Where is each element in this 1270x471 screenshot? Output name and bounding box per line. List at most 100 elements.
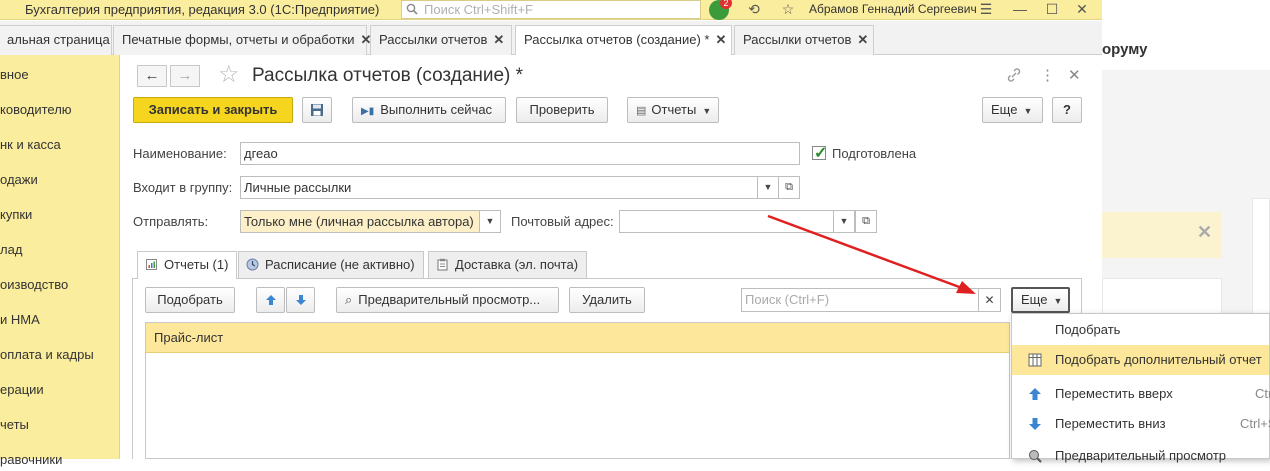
prepared-checkbox[interactable]: ✓ <box>812 145 828 162</box>
email-open-icon[interactable]: ⧉ <box>855 210 877 233</box>
prepared-label: Подготовлена <box>832 146 917 161</box>
close-window-icon[interactable]: ✕ <box>1072 0 1092 20</box>
close-tab-icon[interactable]: ✕ <box>715 32 726 47</box>
arrow-down-icon <box>1029 418 1041 430</box>
menu-item-label: Предварительный просмотр <box>1055 448 1227 463</box>
name-label: Наименование: <box>133 146 227 161</box>
table-row[interactable]: Прайс-лист <box>146 323 1009 353</box>
sidebar-item-main[interactable]: вное <box>0 67 29 82</box>
arrow-up-icon <box>1029 388 1041 400</box>
maximize-icon[interactable]: ☐ <box>1042 0 1062 20</box>
reports-icon: ▤ <box>636 105 647 117</box>
history-icon[interactable]: ⟲ <box>744 0 764 20</box>
menu-item-pick[interactable]: Подобрать <box>1012 315 1269 345</box>
sidebar-item-reports[interactable]: четы <box>0 417 29 432</box>
tab-mailing-create[interactable]: Рассылка отчетов (создание) * ✕ <box>515 25 732 56</box>
name-input[interactable]: дгеао <box>240 142 800 165</box>
sidebar-item-directories[interactable]: равочники <box>0 452 62 467</box>
menu-item-preview[interactable]: Предварительный просмотр <box>1012 441 1269 471</box>
send-dropdown-icon[interactable]: ▼ <box>479 210 501 233</box>
magnifier-icon: ⌕ <box>345 292 353 307</box>
tab-label: Печатные формы, отчеты и обработки <box>122 32 355 47</box>
global-search-input[interactable]: Поиск Ctrl+Shift+F <box>401 0 701 19</box>
sidebar-item-production[interactable]: оизводство <box>0 277 68 292</box>
menu-item-pick-additional[interactable]: Подобрать дополнительный отчет <box>1012 345 1269 375</box>
reports-label: Отчеты <box>651 102 697 117</box>
sidebar-item-operations[interactable]: ерации <box>0 382 44 397</box>
reports-table[interactable]: Прайс-лист <box>145 322 1010 459</box>
group-dropdown-icon[interactable]: ▼ <box>757 176 779 199</box>
menu-item-shortcut: Ctrl+S <box>1240 416 1270 431</box>
favorite-star-icon[interactable]: ☆ <box>218 63 240 87</box>
sidebar-item-warehouse[interactable]: лад <box>0 242 22 257</box>
tab-schedule[interactable]: Расписание (не активно) <box>238 251 424 278</box>
tab-mailings-1[interactable]: Рассылки отчетов ✕ <box>370 25 512 55</box>
reports-more-button[interactable]: Еще ▼ <box>1011 287 1070 313</box>
tab-label: Рассылки отчетов <box>379 32 488 47</box>
current-user[interactable]: Абрамов Геннадий Сергеевич <box>809 2 977 16</box>
preview-button[interactable]: ⌕ Предварительный просмотр... <box>336 287 559 313</box>
menu-item-shortcut: Ctr <box>1255 386 1270 401</box>
sidebar-item-sales[interactable]: одажи <box>0 172 38 187</box>
run-now-button[interactable]: ▶▮ Выполнить сейчас <box>352 97 506 123</box>
tab-mailings-2[interactable]: Рассылки отчетов ✕ <box>734 25 874 55</box>
favorites-star-icon[interactable]: ☆ <box>778 0 798 20</box>
more-label: Еще <box>991 102 1018 117</box>
sections-sidebar: вное ководителю нк и касса одажи купки л… <box>0 55 120 467</box>
close-form-icon[interactable]: ✕ <box>1068 66 1081 84</box>
save-and-close-button[interactable]: Записать и закрыть <box>133 97 293 123</box>
move-up-button[interactable] <box>256 287 285 313</box>
chevron-down-icon: ▼ <box>1023 106 1033 116</box>
tab-print-forms[interactable]: Печатные формы, отчеты и обработки ✕ <box>113 25 371 55</box>
help-button[interactable]: ? <box>1052 97 1082 123</box>
more-vertical-icon[interactable]: ⋮ <box>1040 66 1055 84</box>
run-now-label: Выполнить сейчас <box>380 102 493 117</box>
tab-label: Расписание (не активно) <box>265 257 415 272</box>
menu-item-move-down[interactable]: Переместить вниз Ctrl+S <box>1012 409 1270 439</box>
forum-link-text[interactable]: оруму <box>1102 41 1148 58</box>
tab-label: альная страница <box>7 32 110 47</box>
menu-item-move-up[interactable]: Переместить вверх Ctr <box>1012 379 1270 409</box>
group-open-icon[interactable]: ⧉ <box>778 176 800 199</box>
email-field[interactable] <box>619 210 834 233</box>
window-tabs: альная страница Печатные формы, отчеты и… <box>0 21 1102 56</box>
tab-label: Рассылки отчетов <box>743 32 852 47</box>
pick-button[interactable]: Подобрать <box>145 287 235 313</box>
more-actions-button[interactable]: Еще ▼ <box>982 97 1043 123</box>
preview-label: Предварительный просмотр... <box>358 292 541 307</box>
tab-home[interactable]: альная страница <box>0 25 112 55</box>
minimize-icon[interactable]: — <box>1010 0 1030 20</box>
notice-close-icon[interactable]: ✕ <box>1197 222 1212 243</box>
link-icon[interactable] <box>1006 67 1022 83</box>
reports-search-input[interactable]: Поиск (Ctrl+F) <box>741 288 979 312</box>
check-button[interactable]: Проверить <box>516 97 608 123</box>
tab-label: Доставка (эл. почта) <box>455 257 579 272</box>
sidebar-item-salary[interactable]: оплата и кадры <box>0 347 94 362</box>
group-field[interactable]: Личные рассылки <box>240 176 758 199</box>
move-down-button[interactable] <box>286 287 315 313</box>
tab-delivery[interactable]: Доставка (эл. почта) <box>428 251 588 278</box>
forward-arrow-icon[interactable]: → <box>170 65 200 87</box>
save-button[interactable] <box>302 97 332 123</box>
close-tab-icon[interactable]: ✕ <box>493 32 504 47</box>
send-select[interactable]: Только мне (личная рассылка автора) <box>240 210 480 233</box>
menu-item-label: Подобрать <box>1055 322 1121 337</box>
sidebar-item-manager[interactable]: ководителю <box>0 102 72 117</box>
checkmark-icon: ✓ <box>814 145 828 162</box>
clear-search-icon[interactable]: ✕ <box>978 288 1001 312</box>
email-label: Почтовый адрес: <box>511 214 614 229</box>
menu-icon[interactable]: ☰ <box>976 0 996 20</box>
sidebar-item-purchases[interactable]: купки <box>0 207 32 222</box>
floppy-disk-icon <box>311 104 323 116</box>
sidebar-item-assets[interactable]: и НМА <box>0 312 40 327</box>
delete-button[interactable]: Удалить <box>569 287 645 313</box>
email-dropdown-icon[interactable]: ▼ <box>833 210 855 233</box>
sidebar-item-bank[interactable]: нк и касса <box>0 137 61 152</box>
tab-reports[interactable]: Отчеты (1) <box>137 251 238 279</box>
notifications-bell-icon[interactable]: 2 <box>709 0 732 20</box>
tab-label: Рассылка отчетов (создание) * <box>524 32 710 47</box>
table-icon <box>1028 353 1042 367</box>
close-tab-icon[interactable]: ✕ <box>857 32 868 47</box>
reports-menu-button[interactable]: ▤ Отчеты ▼ <box>627 97 719 123</box>
back-arrow-icon[interactable]: ← <box>137 65 167 87</box>
